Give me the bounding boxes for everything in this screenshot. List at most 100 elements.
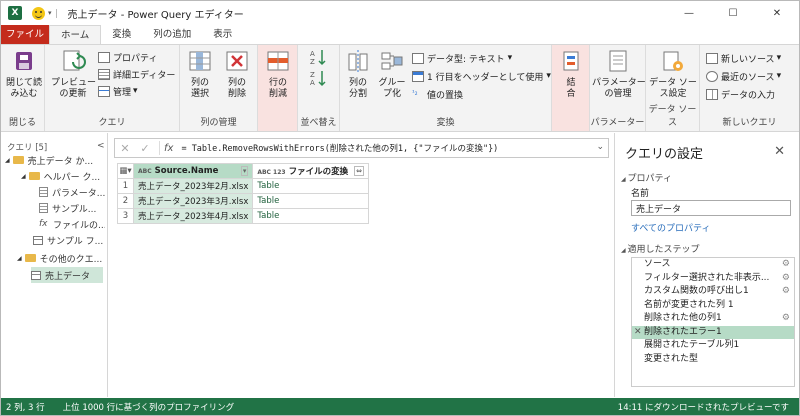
choose-columns-button[interactable]: 列の 選択 xyxy=(183,48,217,100)
group-by-button[interactable]: グルー プ化 xyxy=(376,48,408,100)
column-label: Source.Name xyxy=(154,166,219,176)
cell-table-link[interactable]: Table xyxy=(252,178,369,194)
group-new-query: 新しいソース ▾ 最近のソース ▾ データの入力 新しいクエリ xyxy=(700,45,799,131)
query-sample-transform[interactable]: サンプル フ... xyxy=(33,232,105,248)
applied-steps-header[interactable]: 適用したステップ xyxy=(621,242,700,255)
gear-icon[interactable]: ⚙ xyxy=(782,258,790,272)
properties-button[interactable]: プロパティ xyxy=(98,50,157,64)
properties-section-header[interactable]: プロパティ xyxy=(621,171,672,184)
data-source-settings-icon xyxy=(660,48,686,76)
delete-step-icon[interactable]: ✕ xyxy=(634,326,642,340)
enter-data-icon xyxy=(706,88,718,100)
group-manage-columns: 列の 選択 列の 削除 列の管理 xyxy=(180,45,258,131)
window-title: 売上データ - Power Query エディター xyxy=(67,9,244,21)
cell-source-name[interactable]: 売上データ_2023年4月.xlsx xyxy=(132,208,254,224)
replace-values-button[interactable]: ¹₂ 値の置換 xyxy=(412,87,463,101)
query-transform-file[interactable]: fx ファイルの... xyxy=(39,216,105,232)
tab-home[interactable]: ホーム xyxy=(49,25,102,44)
remove-columns-button[interactable]: 列の 削除 xyxy=(220,48,254,100)
row-number: 3 xyxy=(117,208,134,224)
cancel-formula-button[interactable]: ✕ xyxy=(115,142,135,155)
minimize-button[interactable]: — xyxy=(667,1,711,25)
query-parameter[interactable]: パラメータ... xyxy=(39,184,105,200)
step-item[interactable]: 展開されたテーブル列1 xyxy=(632,339,794,353)
cell-source-name[interactable]: 売上データ_2023年3月.xlsx xyxy=(132,193,254,209)
gear-icon[interactable]: ⚙ xyxy=(782,312,790,326)
expand-column-icon[interactable]: ⇔ xyxy=(354,166,364,176)
step-item[interactable]: カスタム関数の呼び出し1 ⚙ xyxy=(632,285,794,299)
data-type-dropdown[interactable]: データ型: テキスト ▾ xyxy=(412,51,512,65)
quick-access-dropdown-icon[interactable]: ▾ xyxy=(48,9,52,17)
cell-table-link[interactable]: Table xyxy=(252,193,369,209)
filter-dropdown-icon[interactable]: ▾ xyxy=(240,166,249,176)
query-sample-file[interactable]: サンプル... xyxy=(39,200,105,216)
expand-icon: ◢ xyxy=(17,254,22,262)
refresh-preview-button[interactable]: プレビュー の更新 xyxy=(51,48,96,100)
enter-data-button[interactable]: データの入力 xyxy=(706,87,775,101)
table-menu-button[interactable]: ▦▾ xyxy=(117,163,134,179)
replace-values-label: 値の置換 xyxy=(427,90,464,101)
advanced-editor-label: 詳細エディター xyxy=(113,70,176,81)
manage-button[interactable]: 管理 ▾ xyxy=(98,84,138,98)
step-item[interactable]: フィルター選択された非表示... ⚙ xyxy=(632,272,794,286)
step-item[interactable]: ソース ⚙ xyxy=(632,258,794,272)
tab-add-column[interactable]: 列の追加 xyxy=(142,25,202,44)
expand-formula-icon[interactable]: ⌄ xyxy=(596,142,604,152)
step-item[interactable]: 変更された型 xyxy=(632,353,794,367)
formula-input[interactable]: = Table.RemoveRowsWithErrors(削除された他の列1, … xyxy=(181,142,498,154)
step-item[interactable]: 名前が変更された列 1 xyxy=(632,299,794,313)
combine-button[interactable]: 結 合 xyxy=(556,48,586,100)
tab-file[interactable]: ファイル xyxy=(1,25,49,44)
advanced-editor-button[interactable]: 詳細エディター xyxy=(98,67,175,81)
cell-source-name[interactable]: 売上データ_2023年2月.xlsx xyxy=(132,178,254,194)
applied-steps-list: ソース ⚙ フィルター選択された非表示... ⚙ カスタム関数の呼び出し1 ⚙ 名前が… xyxy=(631,257,795,387)
gear-icon[interactable]: ⚙ xyxy=(782,272,790,286)
step-item-selected[interactable]: ✕ 削除されたエラー1 xyxy=(632,325,794,340)
step-item[interactable]: 削除された他の列1 ⚙ xyxy=(632,312,794,326)
group-by-label: グルー プ化 xyxy=(378,78,406,99)
close-settings-button[interactable]: ✕ xyxy=(774,144,785,159)
split-column-button[interactable]: 列の 分割 xyxy=(342,48,374,100)
smiley-icon[interactable] xyxy=(32,6,45,20)
reduce-rows-button[interactable]: 行の 削減 xyxy=(260,48,296,100)
close-and-load-button[interactable]: 閉じて読 み込む xyxy=(5,48,43,100)
status-download-time: 14:11 にダウンロードされたプレビューです xyxy=(617,402,789,413)
query-folder-other[interactable]: ◢ その他のクエ... xyxy=(17,250,105,266)
expand-icon: ◢ xyxy=(5,156,10,164)
collapse-queries-button[interactable]: < xyxy=(97,141,105,151)
query-sales-data[interactable]: 売上データ xyxy=(31,267,103,283)
gear-icon[interactable]: ⚙ xyxy=(782,285,790,299)
use-first-row-headers-button[interactable]: 1 行目をヘッダーとして使用 ▾ xyxy=(412,69,551,83)
query-folder-sales[interactable]: ◢ 売上データ か... xyxy=(5,152,105,168)
name-label: 名前 xyxy=(631,189,650,199)
sort-ascending-icon: AZ xyxy=(306,48,332,66)
status-profiling[interactable]: 上位 1000 行に基づく列のプロファイリング xyxy=(63,401,235,413)
restore-button[interactable]: ☐ xyxy=(711,1,755,25)
sort-ascending-button[interactable]: AZ xyxy=(304,48,334,68)
close-button[interactable]: ✕ xyxy=(755,1,799,25)
step-label: 変更された型 xyxy=(644,353,699,364)
svg-text:A: A xyxy=(310,50,315,58)
new-source-button[interactable]: 新しいソース ▾ xyxy=(706,51,781,65)
new-source-icon xyxy=(706,52,718,64)
step-label: 展開されたテーブル列1 xyxy=(644,340,740,350)
column-header-source-name[interactable]: ABC Source.Name ▾ xyxy=(132,163,254,179)
sort-descending-button[interactable]: ZA xyxy=(304,69,334,89)
query-name-input[interactable] xyxy=(631,200,791,216)
recent-sources-button[interactable]: 最近のソース ▾ xyxy=(706,69,781,83)
manage-parameters-button[interactable]: パラメーター の管理 xyxy=(592,48,646,100)
commit-formula-button[interactable]: ✓ xyxy=(135,142,155,155)
data-source-settings-button[interactable]: データ ソー ス設定 xyxy=(648,48,698,100)
tab-view[interactable]: 表示 xyxy=(202,25,243,44)
data-source-settings-label: データ ソー ス設定 xyxy=(649,78,697,99)
group-label-manage-columns: 列の管理 xyxy=(200,118,237,128)
formula-bar: ✕ ✓ fx = Table.RemoveRowsWithErrors(削除され… xyxy=(114,138,609,158)
cell-table-link[interactable]: Table xyxy=(252,208,369,224)
all-properties-link[interactable]: すべてのプロパティ xyxy=(631,221,710,234)
queries-pane: クエリ [5] < ◢ 売上データ か... ◢ ヘルパー ク... パラメータ..… xyxy=(1,133,108,397)
column-header-transform-file[interactable]: ABC 123 ファイルの変換 ⇔ xyxy=(252,163,369,179)
tab-transform[interactable]: 変換 xyxy=(101,25,142,44)
combine-label: 結 合 xyxy=(566,78,576,99)
query-folder-helper[interactable]: ◢ ヘルパー ク... xyxy=(21,168,105,184)
svg-text:Z: Z xyxy=(310,71,315,79)
